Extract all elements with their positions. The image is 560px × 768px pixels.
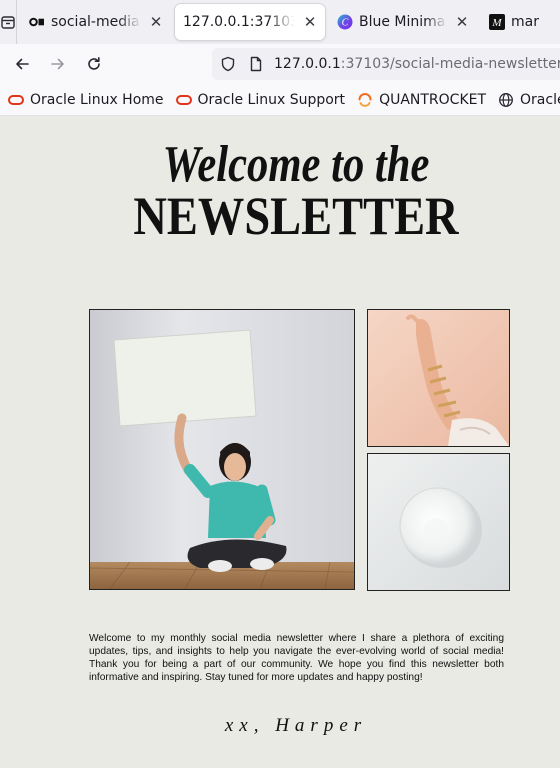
page-title-line-2: NEWSLETTER [133, 186, 459, 246]
white-bowl-photo [367, 453, 510, 591]
page-icon[interactable] [248, 56, 264, 72]
tab-title: 127.0.0.1:37103/s [183, 14, 295, 30]
svg-text:C: C [342, 18, 349, 29]
arm-with-measuring-tape-photo [367, 309, 510, 447]
forward-arrow-icon [51, 58, 64, 70]
bookmark-quantrocket[interactable]: QUANTROCKET [357, 92, 486, 108]
back-arrow-icon [16, 58, 29, 70]
reload-button[interactable] [76, 48, 112, 80]
oracle-icon [175, 92, 192, 108]
svg-text:M: M [491, 17, 502, 29]
tab-title: mar [511, 14, 539, 30]
back-button[interactable] [4, 48, 40, 80]
tab-overview-icon [1, 16, 15, 29]
m-logo-icon: M [489, 14, 505, 30]
bookmark-oracle-linux-home[interactable]: Oracle Linux Home [8, 92, 164, 108]
url-path: :37103/social-media-newsletter/ [340, 56, 560, 72]
close-tab-icon[interactable]: ✕ [455, 13, 469, 31]
close-tab-icon[interactable]: ✕ [303, 13, 317, 31]
canva-icon: C [337, 14, 353, 30]
tab-title: Blue Minimalist [359, 14, 447, 30]
bookmark-label: QUANTROCKET [379, 91, 487, 108]
tab-blue-minimalist[interactable]: C Blue Minimalist ✕ [329, 4, 477, 40]
reload-icon [88, 57, 100, 70]
navigation-bar: 127.0.0.1:37103/social-media-newsletter/ [0, 44, 560, 84]
tab-localhost[interactable]: 127.0.0.1:37103/s ✕ [175, 4, 325, 40]
tab-title: social-media-n [51, 14, 141, 30]
url-host: 127.0.0.1 [274, 56, 341, 72]
bookmark-label: Oracle Linux Support [197, 91, 346, 108]
close-tab-icon[interactable]: ✕ [149, 13, 163, 31]
bookmarks-bar: Oracle Linux Home Oracle Linux Support Q… [0, 84, 560, 116]
co-logo-icon [29, 14, 45, 30]
bookmark-label: Oracle Linux Home [30, 91, 164, 108]
bookmark-oracle-linux-support[interactable]: Oracle Linux Support [175, 91, 346, 108]
newsletter-intro-text: Welcome to my monthly social media newsl… [89, 633, 504, 683]
newsletter-page: Welcome to the NEWSLETTER Welcome to my … [0, 117, 560, 768]
forward-button[interactable] [40, 48, 76, 80]
globe-icon [498, 92, 514, 108]
tab-bar: social-media-n ✕ 127.0.0.1:37103/s ✕ C B… [0, 0, 560, 44]
bookmark-label: Oracle Linux [520, 91, 560, 108]
tab-mar[interactable]: M mar [481, 4, 560, 40]
address-bar[interactable]: 127.0.0.1:37103/social-media-newsletter/ [212, 48, 560, 80]
signature: xx, Harper [224, 715, 368, 736]
woman-holding-blank-sign-photo [89, 309, 355, 590]
shield-icon[interactable] [220, 56, 236, 72]
bookmark-oracle-linux[interactable]: Oracle Linux [498, 92, 560, 108]
oracle-icon [8, 92, 24, 108]
tab-social-media-newsletter[interactable]: social-media-n ✕ [21, 4, 171, 40]
tab-overview-button[interactable] [0, 0, 17, 44]
quantrocket-icon [357, 92, 373, 108]
